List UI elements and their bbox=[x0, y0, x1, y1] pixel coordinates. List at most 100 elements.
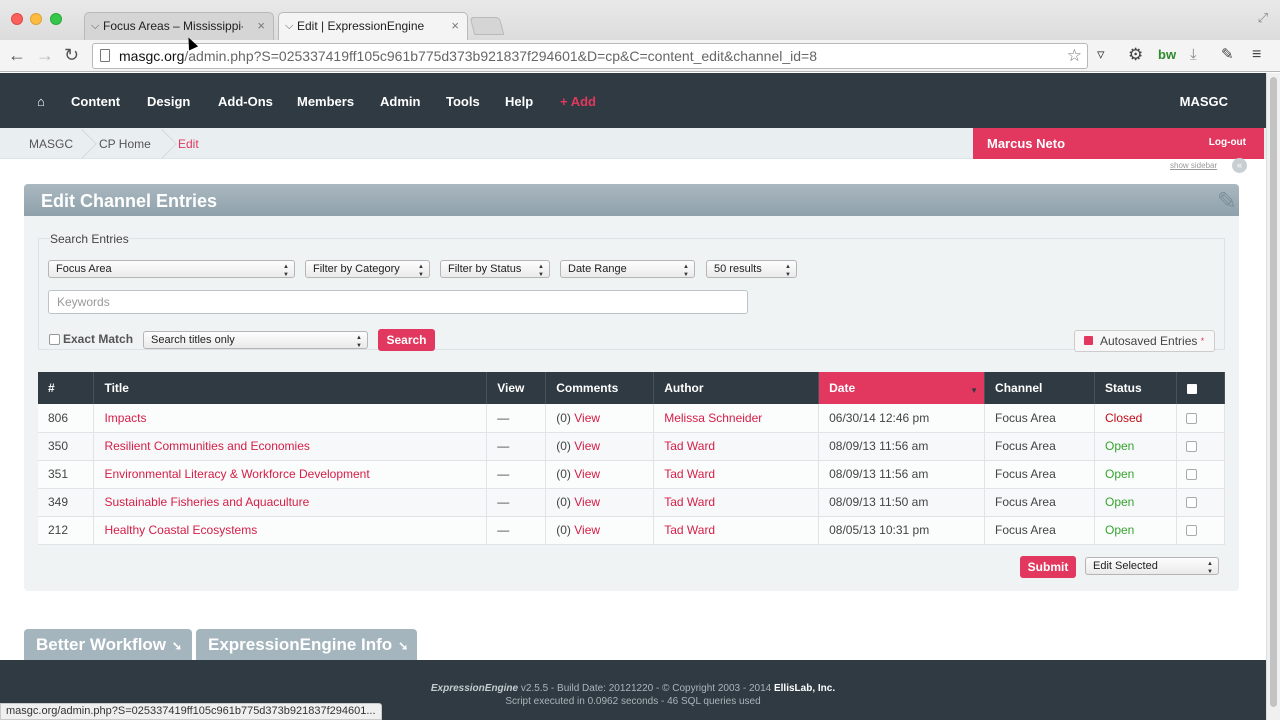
page-scrollbar[interactable] bbox=[1266, 73, 1280, 720]
results-per-page-select[interactable]: 50 results bbox=[706, 260, 797, 278]
home-icon[interactable]: ⌂ bbox=[37, 94, 45, 109]
entry-date: 08/05/13 10:31 pm bbox=[818, 516, 986, 545]
entry-channel: Focus Area bbox=[984, 404, 1095, 433]
nav-tools[interactable]: Tools bbox=[446, 94, 480, 109]
entry-status: Open bbox=[1094, 516, 1177, 545]
comments-count: (0) bbox=[556, 467, 571, 481]
tab-close-icon[interactable]: × bbox=[451, 13, 459, 39]
status-select[interactable]: Filter by Status bbox=[440, 260, 550, 278]
nav-add[interactable]: + Add bbox=[560, 94, 596, 109]
new-tab-button[interactable] bbox=[469, 17, 505, 35]
comments-view-link[interactable]: View bbox=[574, 495, 600, 509]
user-name[interactable]: Marcus Neto bbox=[987, 136, 1065, 151]
entry-comments: (0) View bbox=[545, 516, 655, 545]
autosaved-entries-button[interactable]: Autosaved Entries * bbox=[1074, 330, 1215, 352]
comments-view-link[interactable]: View bbox=[574, 467, 600, 481]
entry-select-cell bbox=[1176, 488, 1226, 517]
forward-arrow-icon[interactable]: → bbox=[36, 44, 54, 66]
channel-select[interactable]: Focus Area bbox=[48, 260, 295, 278]
download-icon[interactable]: ⤓ bbox=[1190, 45, 1197, 65]
select-all-checkbox[interactable] bbox=[1186, 383, 1197, 394]
nav-content[interactable]: Content bbox=[71, 94, 120, 109]
window-maximize-button[interactable] bbox=[50, 13, 62, 25]
entry-title-link[interactable]: Sustainable Fisheries and Aquaculture bbox=[93, 488, 488, 517]
entry-author-link[interactable]: Melissa Schneider bbox=[653, 404, 820, 433]
entry-view: — bbox=[486, 432, 547, 461]
select-arrows-icon bbox=[785, 261, 791, 279]
entry-title-link[interactable]: Healthy Coastal Ecosystems bbox=[93, 516, 488, 545]
bw-extension-icon[interactable]: bw bbox=[1158, 45, 1176, 65]
nav-admin[interactable]: Admin bbox=[380, 94, 420, 109]
col-date-header[interactable]: Date ▼ bbox=[818, 372, 986, 404]
keywords-input[interactable]: Keywords bbox=[48, 290, 748, 314]
comments-view-link[interactable]: View bbox=[574, 411, 600, 425]
page-title: Edit Channel Entries bbox=[41, 191, 218, 211]
submit-button[interactable]: Submit bbox=[1020, 556, 1076, 578]
breadcrumb-cp-home[interactable]: CP Home bbox=[99, 137, 151, 151]
entry-author-link[interactable]: Tad Ward bbox=[653, 460, 820, 489]
bulk-action-select[interactable]: Edit Selected bbox=[1085, 557, 1219, 575]
entry-checkbox[interactable] bbox=[1185, 497, 1197, 509]
col-id-header[interactable]: # bbox=[38, 372, 95, 404]
gear-icon[interactable]: ⚙ bbox=[1128, 45, 1143, 65]
search-button[interactable]: Search bbox=[378, 329, 435, 351]
date-range-select[interactable]: Date Range bbox=[560, 260, 695, 278]
window-minimize-button[interactable] bbox=[30, 13, 42, 25]
nav-design[interactable]: Design bbox=[147, 94, 190, 109]
comments-view-link[interactable]: View bbox=[574, 439, 600, 453]
select-all-header[interactable] bbox=[1176, 372, 1226, 404]
browser-tab-edit[interactable]: ⌵ Edit | ExpressionEngine × bbox=[278, 12, 468, 40]
entry-author-link[interactable]: Tad Ward bbox=[653, 488, 820, 517]
select-arrows-icon bbox=[683, 261, 689, 279]
nav-add-ons[interactable]: Add-Ons bbox=[218, 94, 273, 109]
col-title-header[interactable]: Title bbox=[93, 372, 488, 404]
entry-checkbox[interactable] bbox=[1185, 525, 1197, 537]
col-author-header[interactable]: Author bbox=[653, 372, 820, 404]
fullscreen-icon[interactable]: ⤢ bbox=[1258, 10, 1268, 26]
category-select[interactable]: Filter by Category bbox=[305, 260, 430, 278]
entry-checkbox[interactable] bbox=[1185, 441, 1197, 453]
browser-tab-focus-areas[interactable]: ⌵ Focus Areas – Mississippi- × bbox=[84, 12, 274, 40]
exact-match-checkbox[interactable] bbox=[49, 334, 60, 345]
window-close-button[interactable] bbox=[11, 13, 23, 25]
nav-help[interactable]: Help bbox=[505, 94, 533, 109]
address-bar[interactable]: masgc.org/admin.php?S=025337419ff105c961… bbox=[92, 43, 1088, 69]
entry-id: 212 bbox=[38, 516, 95, 545]
autosaved-mark: * bbox=[1200, 336, 1205, 346]
menu-icon[interactable]: ≡ bbox=[1252, 45, 1261, 65]
autosave-icon bbox=[1084, 336, 1093, 345]
bookmark-star-icon[interactable]: ☆ bbox=[1067, 46, 1082, 66]
nav-site-name[interactable]: MASGC bbox=[1180, 94, 1228, 109]
edit-entries-panel: Edit Channel Entries ✎ Search Entries Fo… bbox=[24, 184, 1239, 591]
footer-company-link[interactable]: EllisLab, Inc. bbox=[774, 683, 835, 694]
show-sidebar-link[interactable]: show sidebar bbox=[1170, 161, 1217, 170]
url-host: masgc.org bbox=[119, 48, 185, 64]
back-arrow-icon[interactable]: ← bbox=[8, 44, 26, 66]
col-comments-header[interactable]: Comments bbox=[545, 372, 655, 404]
tab-close-icon[interactable]: × bbox=[257, 13, 265, 39]
col-view-header[interactable]: View bbox=[486, 372, 547, 404]
entry-title-link[interactable]: Impacts bbox=[93, 404, 488, 433]
entry-title-link[interactable]: Resilient Communities and Economies bbox=[93, 432, 488, 461]
entry-title-link[interactable]: Environmental Literacy & Workforce Devel… bbox=[93, 460, 488, 489]
ee-info-tab[interactable]: ExpressionEngine Info ➘ bbox=[196, 629, 417, 661]
entry-id: 351 bbox=[38, 460, 95, 489]
sidebar-toggle-icon[interactable]: « bbox=[1232, 158, 1247, 173]
logout-link[interactable]: Log-out bbox=[1209, 137, 1246, 148]
pocket-icon[interactable]: ▿ bbox=[1097, 45, 1105, 65]
col-channel-header[interactable]: Channel bbox=[984, 372, 1095, 404]
entry-view: — bbox=[486, 404, 547, 433]
search-scope-select[interactable]: Search titles only bbox=[143, 331, 368, 349]
wrench-icon[interactable]: ✎ bbox=[1221, 45, 1234, 65]
entry-author-link[interactable]: Tad Ward bbox=[653, 516, 820, 545]
scroll-thumb[interactable] bbox=[1270, 77, 1277, 707]
entry-checkbox[interactable] bbox=[1185, 413, 1197, 425]
comments-view-link[interactable]: View bbox=[574, 523, 600, 537]
nav-members[interactable]: Members bbox=[297, 94, 354, 109]
reload-icon[interactable]: ↻ bbox=[64, 44, 79, 66]
tab-title: Focus Areas – Mississippi- bbox=[103, 19, 243, 33]
entry-checkbox[interactable] bbox=[1185, 469, 1197, 481]
entry-author-link[interactable]: Tad Ward bbox=[653, 432, 820, 461]
col-status-header[interactable]: Status bbox=[1094, 372, 1177, 404]
better-workflow-tab[interactable]: Better Workflow ➘ bbox=[24, 629, 192, 661]
